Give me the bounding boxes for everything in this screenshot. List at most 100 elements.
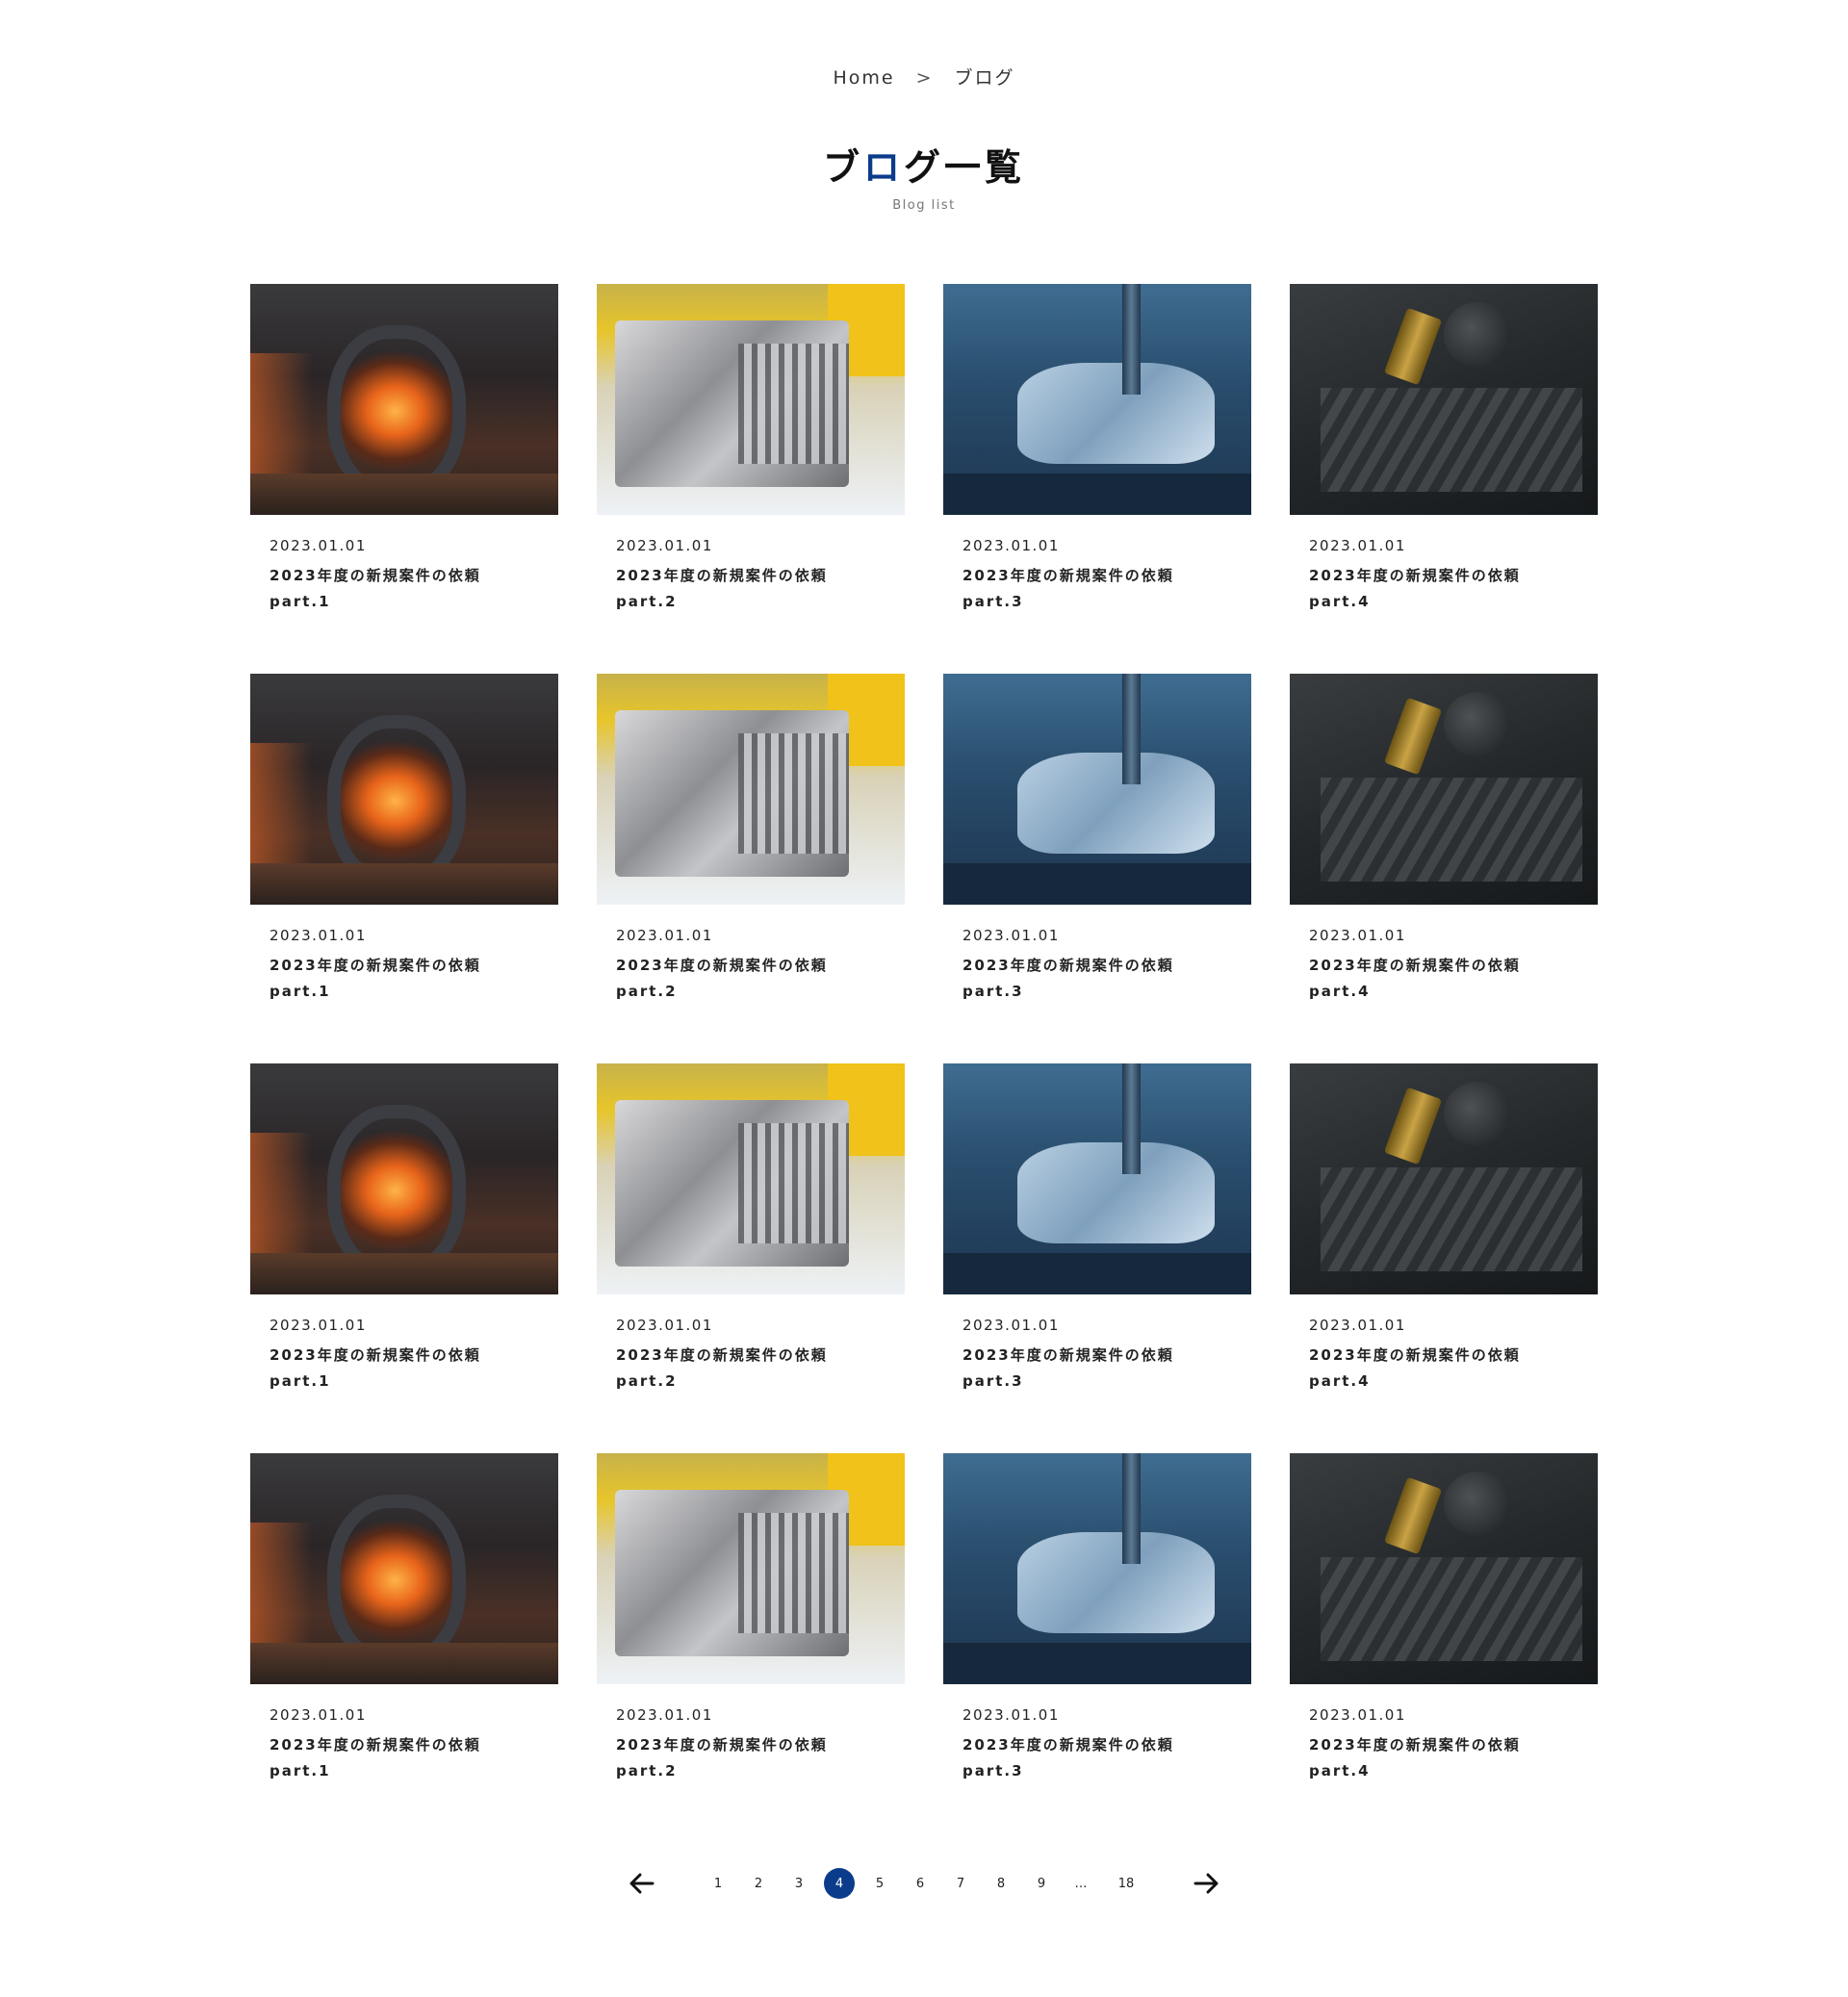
page-title-part1: ブ <box>822 146 863 189</box>
post-date: 2023.01.01 <box>1309 927 1406 944</box>
post-card[interactable]: 2023.01.01 2023年度の新規案件の依頼part.4 <box>1290 1063 1598 1453</box>
post-thumbnail <box>943 1063 1251 1294</box>
forge-image[interactable] <box>250 284 558 515</box>
casting-image[interactable] <box>597 1063 905 1294</box>
page-title-part2: グ一覧 <box>904 146 1026 189</box>
post-title[interactable]: 2023年度の新規案件の依頼part.4 <box>1309 563 1559 615</box>
post-date: 2023.01.01 <box>616 537 713 554</box>
post-title[interactable]: 2023年度の新規案件の依頼part.3 <box>962 953 1213 1005</box>
post-card[interactable]: 2023.01.01 2023年度の新規案件の依頼part.2 <box>597 1063 905 1453</box>
tools-image[interactable] <box>1290 674 1598 905</box>
machining-image[interactable] <box>943 1063 1251 1294</box>
page-link[interactable]: 1 <box>703 1868 733 1899</box>
post-thumbnail <box>1290 1063 1598 1294</box>
page-title-accent: ロ <box>862 146 904 189</box>
tools-image[interactable] <box>1290 284 1598 515</box>
post-card[interactable]: 2023.01.01 2023年度の新規案件の依頼part.1 <box>250 1063 558 1453</box>
post-thumbnail <box>943 674 1251 905</box>
post-thumbnail <box>1290 674 1598 905</box>
post-card[interactable]: 2023.01.01 2023年度の新規案件の依頼part.1 <box>250 1453 558 1843</box>
breadcrumb: Home > ブログ <box>0 64 1848 90</box>
post-date: 2023.01.01 <box>270 927 367 944</box>
machining-image[interactable] <box>943 284 1251 515</box>
post-card[interactable]: 2023.01.01 2023年度の新規案件の依頼part.3 <box>943 1453 1251 1843</box>
post-meta: 2023.01.01 2023年度の新規案件の依頼part.4 <box>1290 1294 1598 1395</box>
post-meta: 2023.01.01 2023年度の新規案件の依頼part.3 <box>943 515 1251 615</box>
post-title[interactable]: 2023年度の新規案件の依頼part.3 <box>962 1343 1213 1395</box>
post-date: 2023.01.01 <box>616 1706 713 1724</box>
page-current[interactable]: 4 <box>824 1868 855 1899</box>
post-date: 2023.01.01 <box>616 1317 713 1334</box>
post-card[interactable]: 2023.01.01 2023年度の新規案件の依頼part.2 <box>597 284 905 674</box>
post-title[interactable]: 2023年度の新規案件の依頼part.3 <box>962 563 1213 615</box>
post-card[interactable]: 2023.01.01 2023年度の新規案件の依頼part.3 <box>943 674 1251 1063</box>
page-ellipsis: … <box>1074 1876 1090 1891</box>
post-meta: 2023.01.01 2023年度の新規案件の依頼part.2 <box>597 1684 905 1784</box>
post-thumbnail <box>597 1453 905 1684</box>
page-link[interactable]: 18 <box>1107 1868 1145 1899</box>
tools-image[interactable] <box>1290 1063 1598 1294</box>
post-card[interactable]: 2023.01.01 2023年度の新規案件の依頼part.3 <box>943 1063 1251 1453</box>
post-card[interactable]: 2023.01.01 2023年度の新規案件の依頼part.4 <box>1290 284 1598 674</box>
post-card[interactable]: 2023.01.01 2023年度の新規案件の依頼part.2 <box>597 1453 905 1843</box>
post-title[interactable]: 2023年度の新規案件の依頼part.1 <box>270 1343 520 1395</box>
post-thumbnail <box>250 674 558 905</box>
post-date: 2023.01.01 <box>270 1317 367 1334</box>
post-meta: 2023.01.01 2023年度の新規案件の依頼part.2 <box>597 515 905 615</box>
post-thumbnail <box>1290 1453 1598 1684</box>
post-title[interactable]: 2023年度の新規案件の依頼part.2 <box>616 563 866 615</box>
post-title[interactable]: 2023年度の新規案件の依頼part.4 <box>1309 953 1559 1005</box>
page-numbers: 1 2 3 4 5 6 7 8 9 … 18 <box>698 1868 1150 1899</box>
post-card[interactable]: 2023.01.01 2023年度の新規案件の依頼part.1 <box>250 674 558 1063</box>
post-thumbnail <box>597 674 905 905</box>
post-meta: 2023.01.01 2023年度の新規案件の依頼part.3 <box>943 1684 1251 1784</box>
post-title[interactable]: 2023年度の新規案件の依頼part.3 <box>962 1732 1213 1784</box>
pagination: 1 2 3 4 5 6 7 8 9 … 18 <box>0 1864 1848 1903</box>
page-link[interactable]: 6 <box>905 1868 936 1899</box>
post-title[interactable]: 2023年度の新規案件の依頼part.2 <box>616 1732 866 1784</box>
breadcrumb-home-link[interactable]: Home <box>833 67 894 89</box>
forge-image[interactable] <box>250 1063 558 1294</box>
page-link[interactable]: 8 <box>986 1868 1016 1899</box>
post-date: 2023.01.01 <box>962 1706 1060 1724</box>
post-thumbnail <box>1290 284 1598 515</box>
arrow-left-glyph <box>629 1873 654 1894</box>
post-meta: 2023.01.01 2023年度の新規案件の依頼part.3 <box>943 905 1251 1005</box>
post-title[interactable]: 2023年度の新規案件の依頼part.2 <box>616 953 866 1005</box>
forge-image[interactable] <box>250 1453 558 1684</box>
post-thumbnail <box>250 1063 558 1294</box>
post-title[interactable]: 2023年度の新規案件の依頼part.4 <box>1309 1343 1559 1395</box>
post-card[interactable]: 2023.01.01 2023年度の新規案件の依頼part.3 <box>943 284 1251 674</box>
machining-image[interactable] <box>943 674 1251 905</box>
casting-image[interactable] <box>597 1453 905 1684</box>
post-card[interactable]: 2023.01.01 2023年度の新規案件の依頼part.1 <box>250 284 558 674</box>
post-thumbnail <box>597 1063 905 1294</box>
post-grid: 2023.01.01 2023年度の新規案件の依頼part.1 2023.01.01… <box>250 284 1598 1843</box>
page-heading: ブログ一覧 Blog list <box>0 142 1848 213</box>
post-meta: 2023.01.01 2023年度の新規案件の依頼part.3 <box>943 1294 1251 1395</box>
post-title[interactable]: 2023年度の新規案件の依頼part.2 <box>616 1343 866 1395</box>
post-card[interactable]: 2023.01.01 2023年度の新規案件の依頼part.4 <box>1290 674 1598 1063</box>
post-card[interactable]: 2023.01.01 2023年度の新規案件の依頼part.4 <box>1290 1453 1598 1843</box>
page-link[interactable]: 9 <box>1026 1868 1057 1899</box>
breadcrumb-current: ブログ <box>954 67 1015 89</box>
page-link[interactable]: 5 <box>864 1868 895 1899</box>
post-title[interactable]: 2023年度の新規案件の依頼part.1 <box>270 953 520 1005</box>
post-date: 2023.01.01 <box>962 1317 1060 1334</box>
post-date: 2023.01.01 <box>1309 1706 1406 1724</box>
post-title[interactable]: 2023年度の新規案件の依頼part.1 <box>270 563 520 615</box>
page-link[interactable]: 2 <box>743 1868 774 1899</box>
page-link[interactable]: 7 <box>945 1868 976 1899</box>
post-title[interactable]: 2023年度の新規案件の依頼part.1 <box>270 1732 520 1784</box>
casting-image[interactable] <box>597 674 905 905</box>
tools-image[interactable] <box>1290 1453 1598 1684</box>
post-title[interactable]: 2023年度の新規案件の依頼part.4 <box>1309 1732 1559 1784</box>
post-thumbnail <box>250 284 558 515</box>
page-link[interactable]: 3 <box>783 1868 814 1899</box>
forge-image[interactable] <box>250 674 558 905</box>
casting-image[interactable] <box>597 284 905 515</box>
arrow-right-icon[interactable] <box>1187 1864 1225 1903</box>
arrow-left-icon[interactable] <box>623 1864 661 1903</box>
post-card[interactable]: 2023.01.01 2023年度の新規案件の依頼part.2 <box>597 674 905 1063</box>
machining-image[interactable] <box>943 1453 1251 1684</box>
